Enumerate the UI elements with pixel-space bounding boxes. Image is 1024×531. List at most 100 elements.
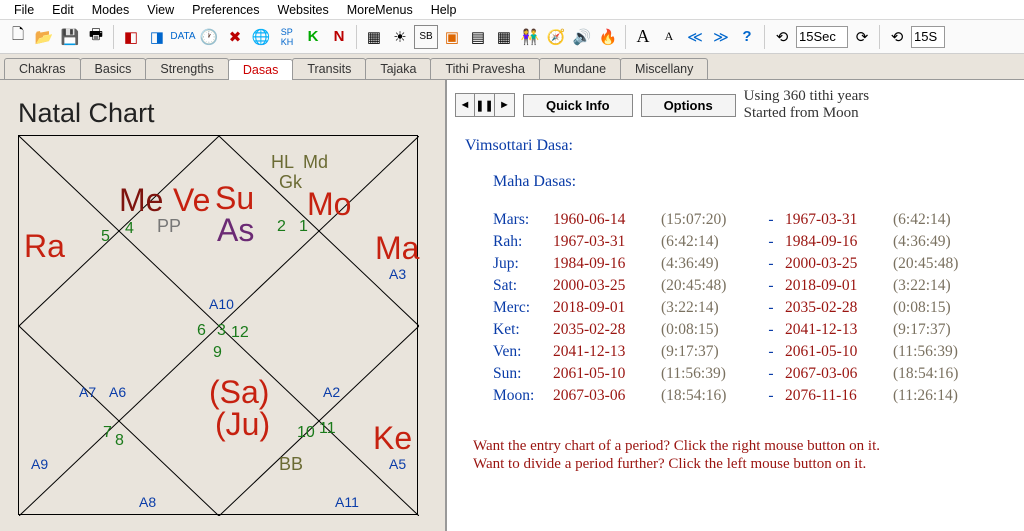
tool-cancel-time-icon[interactable]: ✖ [223,25,247,49]
tab-basics[interactable]: Basics [80,58,147,79]
a10-label: A10 [209,296,234,312]
house-6: 6 [197,322,206,340]
time-step2-input[interactable] [911,26,945,48]
menu-view[interactable]: View [139,2,182,18]
menu-file[interactable]: File [6,2,42,18]
dasa-planet[interactable]: Ven: [493,343,553,361]
new-icon[interactable]: 🗋 [6,25,30,49]
dasa-end-time: (4:36:49) [893,233,988,251]
tool-chart-blue-icon[interactable]: ◨ [145,25,169,49]
options-button[interactable]: Options [641,94,736,117]
tab-chakras[interactable]: Chakras [4,58,81,79]
dasa-end-time: (0:08:15) [893,299,988,317]
tab-transits[interactable]: Transits [292,58,366,79]
font-large-icon[interactable]: A [631,25,655,49]
dasa-end-time: (11:26:14) [893,387,988,405]
tool-grid-icon[interactable]: ▦ [362,25,386,49]
planet-me: Me [119,182,163,219]
tool-n-icon[interactable]: N [327,25,351,49]
nav-next-button[interactable]: ► [495,93,515,117]
menu-help[interactable]: Help [423,2,465,18]
dasa-dash: - [757,299,785,317]
print-icon[interactable]: 🖶 [84,25,108,49]
dasa-planet[interactable]: Jup: [493,255,553,273]
dasa-start-time: (20:45:48) [661,277,757,295]
tool-grid2-icon[interactable]: ▦ [492,25,516,49]
dasa-dash: - [757,365,785,383]
planet-ju: (Ju) [215,406,270,443]
dasa-dash: - [757,387,785,405]
tool-square-orange-icon[interactable]: ▣ [440,25,464,49]
tool-spkh-icon[interactable]: SPKH [275,25,299,49]
dasa-dash: - [757,321,785,339]
house-8: 8 [115,432,124,450]
font-small-icon[interactable]: A [657,25,681,49]
planet-ke: Ke [373,420,412,457]
tool-sound-icon[interactable]: 🔊 [570,25,594,49]
dasa-start-date: 1960-06-14 [553,211,661,229]
dasa-table[interactable]: Mars:1960-06-14(15:07:20)-1967-03-31(6:4… [493,211,1016,405]
tool-compass-icon[interactable]: 🧭 [544,25,568,49]
help-icon[interactable]: ? [735,25,759,49]
menu-modes[interactable]: Modes [84,2,138,18]
tool-k-icon[interactable]: K [301,25,325,49]
planet-mo: Mo [307,186,351,223]
next-icon[interactable]: ≫ [709,25,733,49]
dasa-start-time: (4:36:49) [661,255,757,273]
planet-ma: Ma [375,230,419,267]
time-back-icon[interactable]: ⟲ [770,25,794,49]
tab-dasas[interactable]: Dasas [228,59,293,80]
dasa-start-time: (6:42:14) [661,233,757,251]
dasa-end-date: 2041-12-13 [785,321,893,339]
tab-tajaka[interactable]: Tajaka [365,58,431,79]
save-icon[interactable]: 💾 [58,25,82,49]
time-step-input[interactable] [796,26,848,48]
meta-line2: Started from Moon [744,105,869,122]
dasa-start-time: (0:08:15) [661,321,757,339]
dasa-end-date: 2018-09-01 [785,277,893,295]
house-11: 11 [319,420,336,438]
menu-moremenus[interactable]: MoreMenus [339,2,421,18]
dasa-section-title: Vimsottari Dasa: [465,137,1016,155]
tool-sun-icon[interactable]: ☀ [388,25,412,49]
dasa-start-date: 2018-09-01 [553,299,661,317]
natal-chart[interactable]: 1 2 3 4 5 6 7 8 9 10 11 12 Me Ve Su As M… [18,135,418,515]
dasa-planet[interactable]: Ket: [493,321,553,339]
tool-chart-red-icon[interactable]: ◧ [119,25,143,49]
open-icon[interactable]: 📂 [32,25,56,49]
a7-label: A7 [79,384,96,400]
dasa-dash: - [757,255,785,273]
menu-preferences[interactable]: Preferences [184,2,267,18]
tool-fire-icon[interactable]: 🔥 [596,25,620,49]
quick-info-button[interactable]: Quick Info [523,94,633,117]
nav-prev-button[interactable]: ◄ [455,93,475,117]
dasa-end-date: 1967-03-31 [785,211,893,229]
time-back2-icon[interactable]: ⟲ [885,25,909,49]
tab-miscellany[interactable]: Miscellany [620,58,708,79]
dasa-planet[interactable]: Sun: [493,365,553,383]
planet-ve: Ve [173,182,210,219]
tool-data-icon[interactable]: DATA [171,25,195,49]
tool-globe-icon[interactable]: 🌐 [249,25,273,49]
menu-websites[interactable]: Websites [270,2,337,18]
dasa-planet[interactable]: Sat: [493,277,553,295]
dasa-start-date: 1967-03-31 [553,233,661,251]
tool-calgrid-icon[interactable]: ▤ [466,25,490,49]
dasa-meta: Using 360 tithi years Started from Moon [744,88,869,123]
dasa-planet[interactable]: Moon: [493,387,553,405]
nav-pause-button[interactable]: ❚❚ [475,93,495,117]
tool-sb-icon[interactable]: SB [414,25,438,49]
dasa-planet[interactable]: Rah: [493,233,553,251]
a6-label: A6 [109,384,126,400]
dasa-start-time: (15:07:20) [661,211,757,229]
tab-mundane[interactable]: Mundane [539,58,621,79]
menu-edit[interactable]: Edit [44,2,82,18]
time-fwd-icon[interactable]: ⟳ [850,25,874,49]
prev-icon[interactable]: ≪ [683,25,707,49]
tab-strengths[interactable]: Strengths [145,58,229,79]
tool-people-icon[interactable]: 👫 [518,25,542,49]
dasa-planet[interactable]: Merc: [493,299,553,317]
tool-reset-time-icon[interactable]: 🕐 [197,25,221,49]
tab-tithi-pravesha[interactable]: Tithi Pravesha [430,58,539,79]
dasa-planet[interactable]: Mars: [493,211,553,229]
